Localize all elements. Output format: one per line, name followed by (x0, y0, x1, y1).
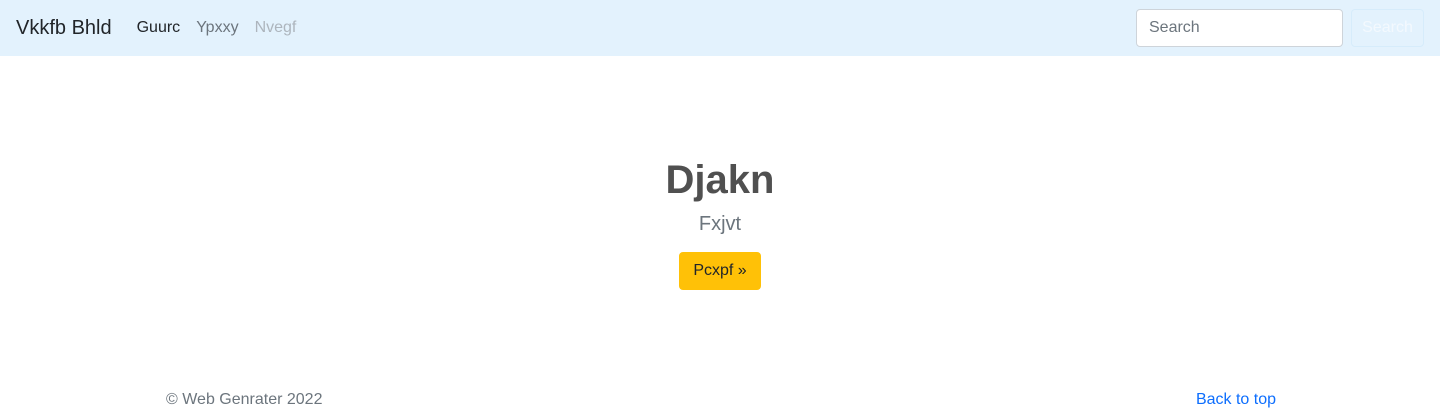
search-button[interactable]: Search (1351, 9, 1424, 47)
search-input[interactable] (1136, 9, 1343, 47)
footer: © Web Genrater 2022 Back to top (166, 388, 1276, 412)
hero-title: Djakn (665, 158, 775, 202)
navbar: Vkkfb Bhld Guurc Ypxxy Nvegf Search (0, 0, 1440, 56)
nav-link-nvegf: Nvegf (254, 19, 297, 36)
copyright-text: © Web Genrater 2022 (166, 391, 323, 408)
nav-links: Guurc Ypxxy Nvegf (137, 19, 313, 37)
nav-link-guurc[interactable]: Guurc (137, 19, 181, 37)
brand-link[interactable]: Vkkfb Bhld (16, 17, 112, 40)
nav-link-ypxxy[interactable]: Ypxxy (196, 19, 238, 37)
back-to-top-link[interactable]: Back to top (1196, 391, 1276, 409)
hero-section: Djakn Fxjvt Pcxpf » (0, 56, 1440, 290)
search-form: Search (1136, 9, 1424, 47)
hero-subtitle: Fxjvt (698, 213, 742, 235)
hero-cta-button[interactable]: Pcxpf » (679, 252, 761, 290)
